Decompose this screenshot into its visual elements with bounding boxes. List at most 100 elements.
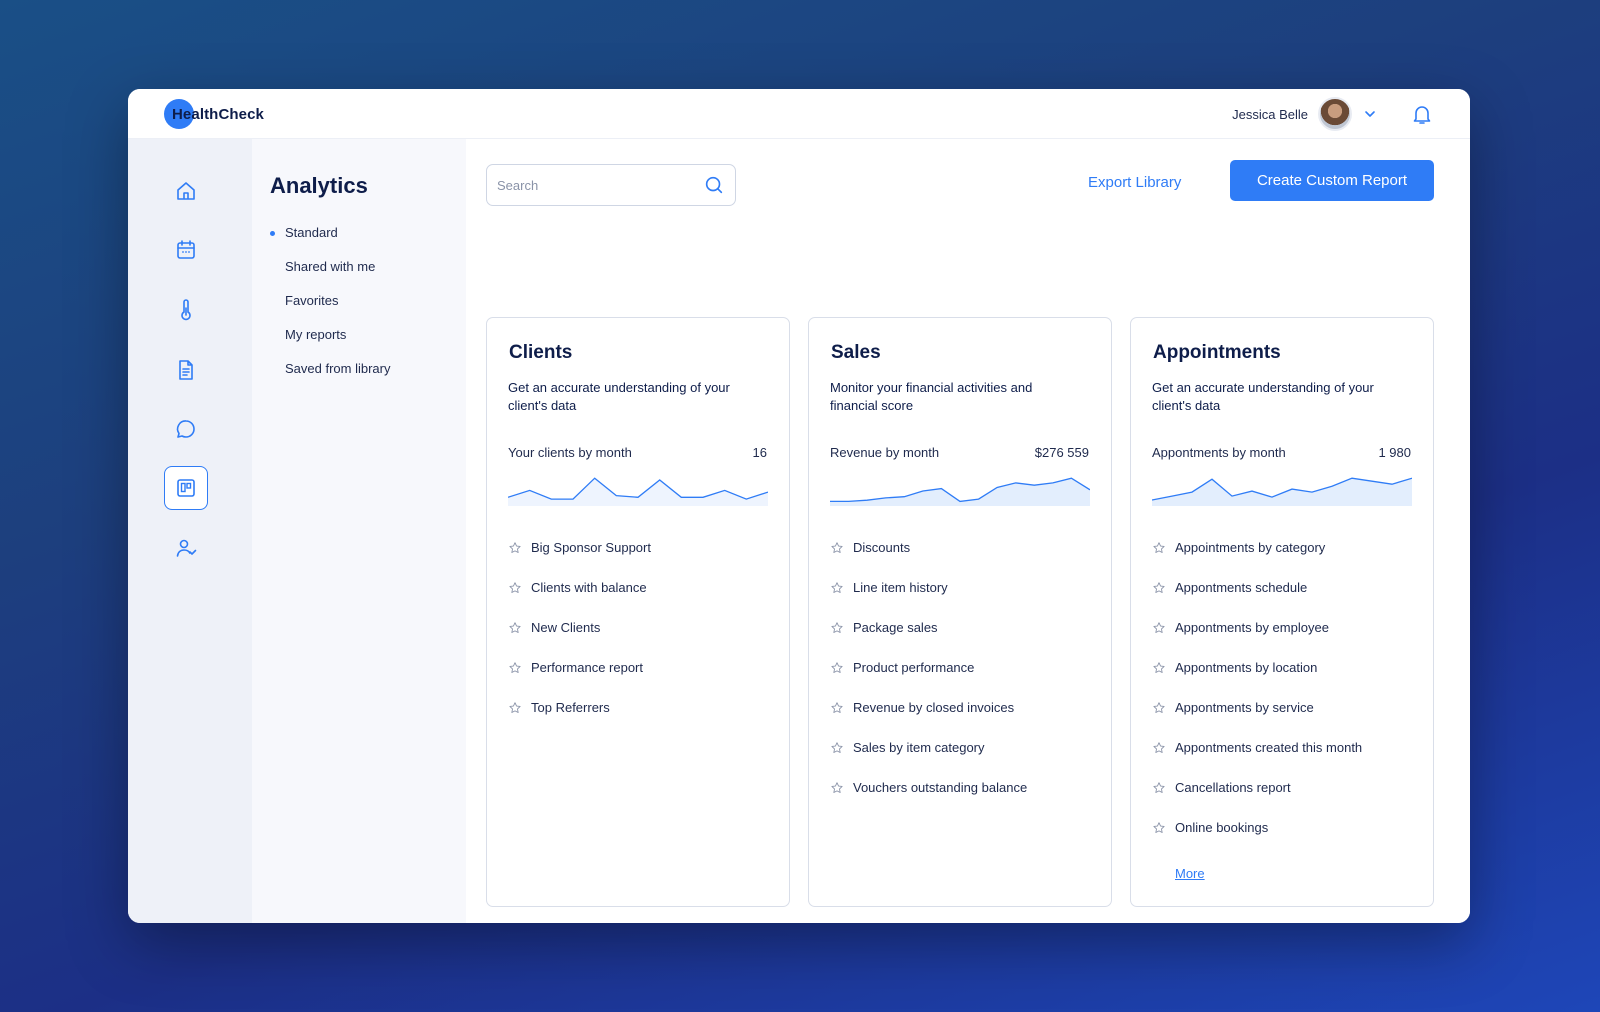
export-library-link[interactable]: Export Library xyxy=(1088,174,1181,191)
star-icon[interactable] xyxy=(1152,581,1166,595)
report-item-label: New Clients xyxy=(531,620,601,635)
report-item[interactable]: Discounts xyxy=(830,540,1027,580)
star-icon[interactable] xyxy=(1152,621,1166,635)
metric-value: $276 559 xyxy=(1034,445,1089,460)
star-icon[interactable] xyxy=(508,541,522,555)
subnav-item-shared[interactable]: Shared with me xyxy=(285,259,390,293)
report-item[interactable]: Vouchers outstanding balance xyxy=(830,780,1027,820)
report-item-label: Product performance xyxy=(853,660,975,675)
report-item-label: Performance report xyxy=(531,660,643,675)
star-icon[interactable] xyxy=(830,781,844,795)
star-icon[interactable] xyxy=(830,581,844,595)
report-item-label: Clients with balance xyxy=(531,580,647,595)
report-item-label: Appontments by location xyxy=(1175,660,1318,675)
chevron-down-icon[interactable] xyxy=(1362,106,1378,122)
nav-messages[interactable] xyxy=(164,407,208,451)
nav-documents[interactable] xyxy=(164,348,208,392)
star-icon[interactable] xyxy=(508,621,522,635)
report-item-label: Line item history xyxy=(853,580,948,595)
star-icon[interactable] xyxy=(1152,701,1166,715)
sparkline-chart xyxy=(1152,477,1412,506)
subnav-item-my-reports[interactable]: My reports xyxy=(285,327,390,361)
subnav-list: Standard Shared with me Favorites My rep… xyxy=(269,225,390,395)
more-link[interactable]: More xyxy=(1175,866,1205,881)
report-item[interactable]: Big Sponsor Support xyxy=(508,540,651,580)
star-icon[interactable] xyxy=(1152,541,1166,555)
search-input[interactable] xyxy=(497,177,703,193)
report-item-label: Revenue by closed invoices xyxy=(853,700,1015,715)
report-item[interactable]: Appontments schedule xyxy=(1152,580,1362,620)
star-icon[interactable] xyxy=(1152,781,1166,795)
report-item[interactable]: Sales by item category xyxy=(830,740,1027,780)
report-item-label: Big Sponsor Support xyxy=(531,540,651,555)
report-item[interactable]: Performance report xyxy=(508,660,651,700)
report-item-label: Online bookings xyxy=(1175,820,1269,835)
subnav-item-favorites[interactable]: Favorites xyxy=(285,293,390,327)
report-item[interactable]: Appointments by category xyxy=(1152,540,1362,580)
metric-label: Your clients by month xyxy=(508,445,632,460)
star-icon[interactable] xyxy=(1152,741,1166,755)
nav-calendar[interactable] xyxy=(164,228,208,272)
report-item[interactable]: Appontments created this month xyxy=(1152,740,1362,780)
star-icon[interactable] xyxy=(508,581,522,595)
thermometer-icon xyxy=(181,299,191,321)
report-item-label: Appontments by service xyxy=(1175,700,1314,715)
nav-analytics[interactable] xyxy=(164,466,208,510)
main-content: Export Library Create Custom Report Clie… xyxy=(466,139,1470,923)
card-description: Monitor your financial activities and fi… xyxy=(830,380,1033,413)
report-item[interactable]: Appontments by employee xyxy=(1152,620,1362,660)
star-icon[interactable] xyxy=(830,541,844,555)
report-list: Appointments by category Appontments sche… xyxy=(1152,540,1362,860)
search-box[interactable] xyxy=(486,164,736,206)
create-custom-report-button[interactable]: Create Custom Report xyxy=(1230,160,1434,201)
metric-value: 16 xyxy=(752,445,767,460)
nav-health[interactable] xyxy=(164,288,208,332)
metric-value: 1 980 xyxy=(1378,445,1411,460)
card-description: Get an accurate understanding of your cl… xyxy=(508,380,730,413)
bell-icon[interactable] xyxy=(1410,102,1434,126)
report-item[interactable]: Line item history xyxy=(830,580,1027,620)
user-menu[interactable]: Jessica Belle xyxy=(1232,97,1378,131)
calendar-icon xyxy=(177,240,195,259)
report-item[interactable]: Cancellations report xyxy=(1152,780,1362,820)
metric-label: Revenue by month xyxy=(830,445,940,460)
report-item-label: Appontments by employee xyxy=(1175,620,1329,635)
report-item-label: Appontments created this month xyxy=(1175,740,1363,755)
report-item[interactable]: Online bookings xyxy=(1152,820,1362,860)
star-icon[interactable] xyxy=(830,701,844,715)
logo[interactable]: HealthCheck xyxy=(164,99,264,129)
subnav-item-standard[interactable]: Standard xyxy=(269,225,390,259)
report-item-label: Top Referrers xyxy=(531,700,610,715)
report-item[interactable]: Appontments by location xyxy=(1152,660,1362,700)
star-icon[interactable] xyxy=(830,661,844,675)
report-card-appointments: Appointments Get an accurate understandin… xyxy=(1130,317,1434,907)
analytics-subnav: Analytics Standard Shared with me Favori… xyxy=(252,139,466,923)
star-icon[interactable] xyxy=(830,741,844,755)
report-item[interactable]: New Clients xyxy=(508,620,651,660)
star-icon[interactable] xyxy=(1152,661,1166,675)
report-item[interactable]: Clients with balance xyxy=(508,580,651,620)
document-icon xyxy=(179,360,193,380)
card-description: Get an accurate understanding of your cl… xyxy=(1152,380,1374,413)
report-item[interactable]: Product performance xyxy=(830,660,1027,700)
dashboard-icon xyxy=(177,479,195,497)
star-icon[interactable] xyxy=(830,621,844,635)
report-list: Discounts Line item history Package sales P… xyxy=(830,540,1027,820)
icon-rail xyxy=(128,139,252,923)
page-title: Analytics xyxy=(270,173,368,198)
chat-icon xyxy=(176,420,195,438)
subnav-item-saved[interactable]: Saved from library xyxy=(285,361,390,395)
report-item[interactable]: Revenue by closed invoices xyxy=(830,700,1027,740)
report-item[interactable]: Top Referrers xyxy=(508,700,651,740)
logo-text: HealthCheck xyxy=(172,105,264,123)
nav-users[interactable] xyxy=(164,526,208,570)
report-item[interactable]: Package sales xyxy=(830,620,1027,660)
star-icon[interactable] xyxy=(508,661,522,675)
nav-home[interactable] xyxy=(164,169,208,213)
star-icon[interactable] xyxy=(1152,821,1166,835)
report-item[interactable]: Appontments by service xyxy=(1152,700,1362,740)
star-icon[interactable] xyxy=(508,701,522,715)
avatar[interactable] xyxy=(1318,97,1352,131)
home-icon xyxy=(177,182,195,200)
search-icon[interactable] xyxy=(703,174,725,196)
